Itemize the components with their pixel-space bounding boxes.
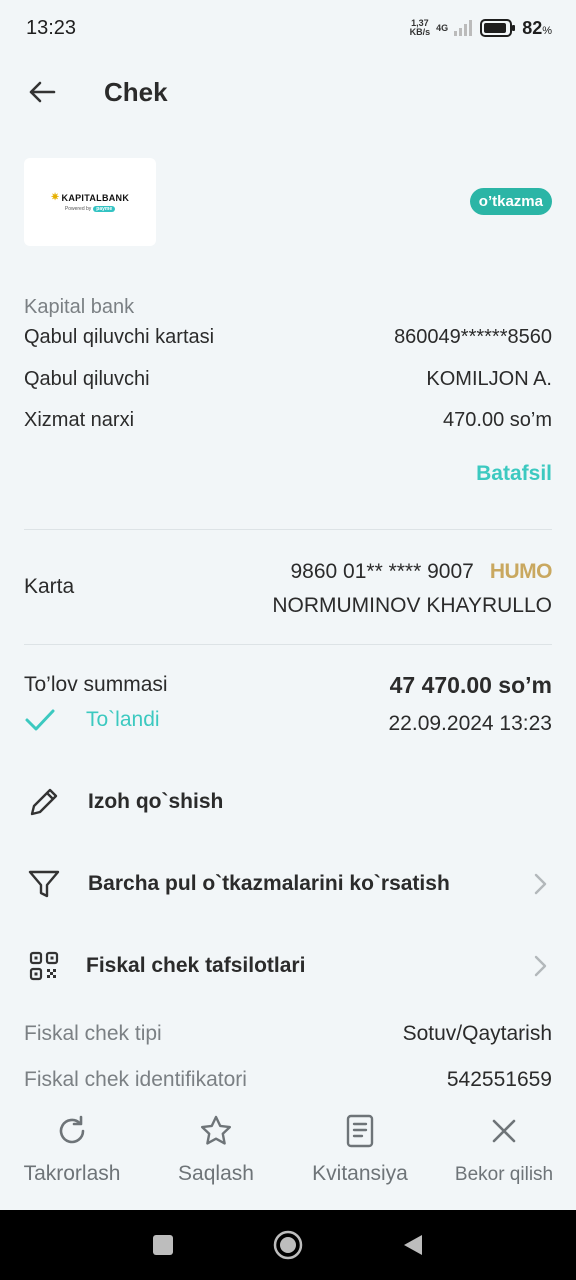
repeat-button[interactable]: Takrorlash [0, 1096, 144, 1210]
bottom-label: Bekor qilish [454, 1164, 554, 1185]
detail-label: Qabul qiluvchi [24, 368, 150, 390]
logo-name: KAPITALBANK [61, 192, 130, 203]
detail-value: KOMILJON A. [426, 368, 552, 390]
chevron-right-icon [534, 955, 547, 977]
fiscal-details-button[interactable]: Fiskal chek tafsilotlari [24, 936, 552, 996]
detail-value: 860049******8560 [394, 326, 552, 348]
detail-label: Xizmat narxi [24, 409, 135, 431]
network-speed-unit: KB/s [409, 27, 431, 37]
logo-powered-by: Powered by payme [64, 206, 116, 212]
bottom-action-bar: Takrorlash Saqlash Kvitansiya Bekor qili… [0, 1096, 576, 1210]
network-speed: 1,37 KB/s [410, 19, 431, 37]
page-title: Chek [104, 76, 168, 107]
detail-label: Qabul qiluvchi kartasi [24, 326, 215, 348]
fiscal-row-id: Fiskal chek identifikatori 542551659 [24, 1068, 552, 1092]
cancel-button[interactable]: Bekor qilish [432, 1096, 576, 1210]
card-number-line: 9860 01** **** 9007 HUMO [290, 560, 552, 584]
refresh-icon [55, 1112, 89, 1150]
fiscal-value: Sotuv/Qaytarish [402, 1022, 552, 1045]
card-label: Karta [24, 575, 75, 598]
action-label: Izoh qo`shish [88, 790, 224, 813]
back-nav-button[interactable] [351, 1233, 476, 1257]
back-button[interactable] [22, 72, 62, 112]
home-circle-icon [273, 1230, 303, 1260]
detail-value: 470.00 so’m [443, 409, 552, 431]
detail-row-recipient-card: Qabul qiluvchi kartasi 860049******8560 [24, 326, 552, 349]
arrow-left-icon [29, 81, 56, 103]
bottom-label: Saqlash [178, 1162, 254, 1185]
battery-value: 82 [522, 17, 543, 38]
fiscal-label: Fiskal chek tipi [24, 1022, 162, 1045]
check-icon [25, 709, 55, 731]
divider [24, 529, 552, 530]
amount-value: 47 470.00 so’m [389, 672, 552, 698]
more-details-link[interactable]: Batafsil [476, 462, 552, 486]
detail-row-fee: Xizmat narxi 470.00 so’m [24, 409, 552, 432]
logo-wordmark: ✷ KAPITALBANK [51, 192, 129, 203]
battery-level: 82% [522, 18, 552, 39]
payment-datetime: 22.09.2024 13:23 [388, 712, 553, 735]
logo-powered-text: Powered by [64, 206, 92, 212]
action-label: Barcha pul o`tkazmalarini ko`rsatish [88, 872, 450, 895]
logo-star-icon: ✷ [50, 192, 60, 203]
chevron-right-icon [534, 873, 547, 895]
star-icon [199, 1112, 233, 1150]
fiscal-label: Fiskal chek identifikatori [24, 1068, 247, 1091]
provider-name: Kapital bank [24, 296, 135, 318]
status-text: To`landi [86, 708, 160, 731]
app-bar: Chek [0, 62, 576, 122]
recents-button[interactable] [101, 1234, 226, 1256]
card-number: 9860 01** **** 9007 [290, 560, 474, 583]
filter-icon [24, 864, 64, 904]
fiscal-row-type: Fiskal chek tipi Sotuv/Qaytarish [24, 1022, 552, 1046]
home-button[interactable] [226, 1230, 351, 1260]
battery-unit: % [542, 24, 552, 37]
status-indicators: 1,37 KB/s 4G 82% [410, 18, 552, 39]
add-comment-button[interactable]: Izoh qo`shish [24, 772, 552, 832]
receipt-icon [345, 1112, 375, 1150]
square-icon [153, 1235, 173, 1255]
payment-status: To`landi [24, 708, 160, 732]
detail-row-recipient: Qabul qiluvchi KOMILJON A. [24, 368, 552, 391]
save-button[interactable]: Saqlash [144, 1096, 288, 1210]
bottom-label: Kvitansiya [312, 1162, 408, 1185]
card-holder: NORMUMINOV KHAYRULLO [272, 594, 552, 617]
status-time: 13:23 [26, 16, 77, 39]
receipt-button[interactable]: Kvitansiya [288, 1096, 432, 1210]
show-all-transfers-button[interactable]: Barcha pul o`tkazmalarini ko`rsatish [24, 854, 552, 914]
humo-logo: HUMO [489, 560, 553, 583]
divider [24, 644, 552, 645]
pencil-icon [24, 782, 64, 822]
signal-icon [454, 20, 473, 36]
bottom-label: Takrorlash [23, 1162, 121, 1185]
transaction-type-badge: o’tkazma [469, 188, 552, 215]
status-bar: 13:23 1,37 KB/s 4G 82% [0, 0, 576, 56]
logo-payme: payme [93, 206, 116, 212]
fiscal-value: 542551659 [446, 1068, 552, 1091]
battery-icon [480, 19, 516, 37]
triangle-back-icon [404, 1235, 422, 1255]
action-label: Fiskal chek tafsilotlari [86, 954, 306, 977]
amount-label: To’lov summasi [24, 673, 168, 696]
close-icon [490, 1112, 518, 1150]
qr-code-icon [24, 946, 64, 986]
network-type: 4G [436, 22, 449, 33]
merchant-logo: ✷ KAPITALBANK Powered by payme [24, 158, 156, 246]
system-nav-bar [0, 1210, 576, 1280]
